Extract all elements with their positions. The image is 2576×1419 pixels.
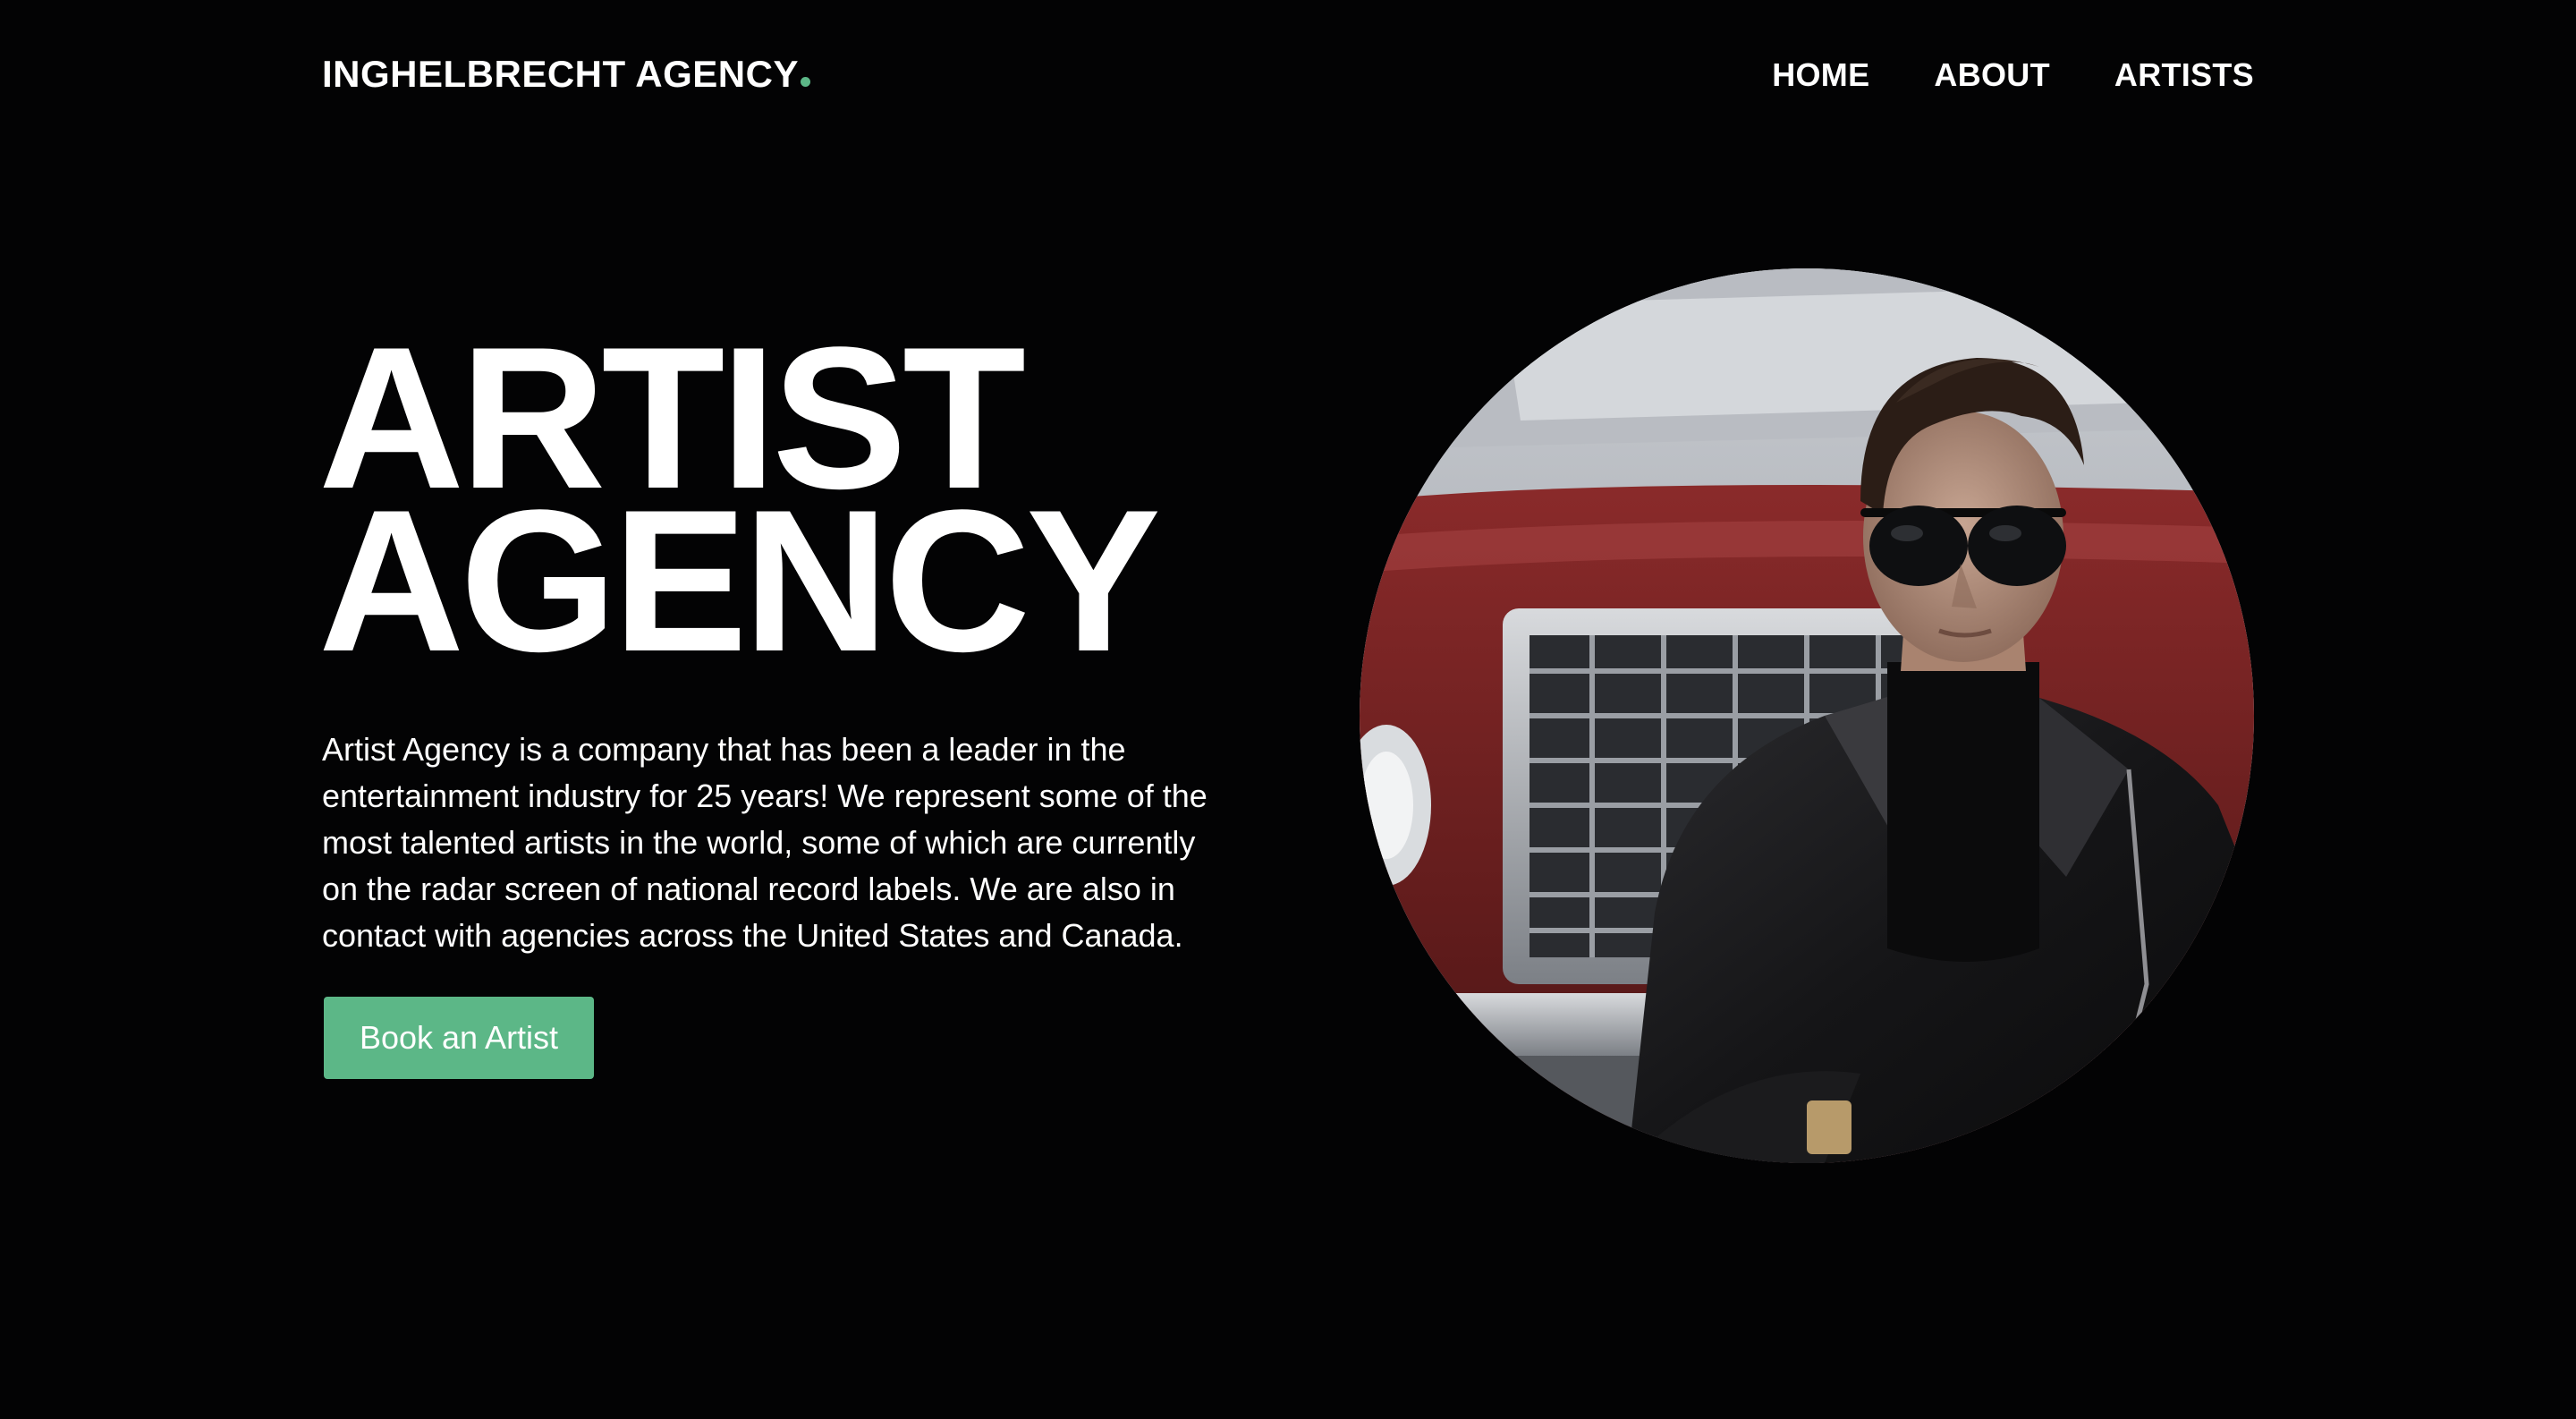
book-artist-button[interactable]: Book an Artist <box>324 997 594 1079</box>
nav-home-link[interactable]: HOME <box>1772 59 1869 91</box>
logo[interactable]: INGHELBRECHT AGENCY <box>322 55 810 93</box>
hero-title: ARTIST AGENCY <box>318 317 1161 693</box>
page: INGHELBRECHT AGENCY HOME ABOUT ARTISTS A… <box>0 0 2576 1419</box>
logo-dot <box>800 77 810 87</box>
logo-text: INGHELBRECHT AGENCY <box>322 53 799 95</box>
nav-artists-link[interactable]: ARTISTS <box>2114 59 2254 91</box>
hero-description: Artist Agency is a company that has been… <box>322 731 1208 954</box>
hero-title-line-2: AGENCY <box>318 467 1161 693</box>
artist-portrait-illustration <box>1360 268 2254 1163</box>
main-nav: HOME ABOUT ARTISTS <box>1772 59 2254 91</box>
nav-about-link[interactable]: ABOUT <box>1934 59 2050 91</box>
artist-portrait-image <box>1360 268 2254 1163</box>
